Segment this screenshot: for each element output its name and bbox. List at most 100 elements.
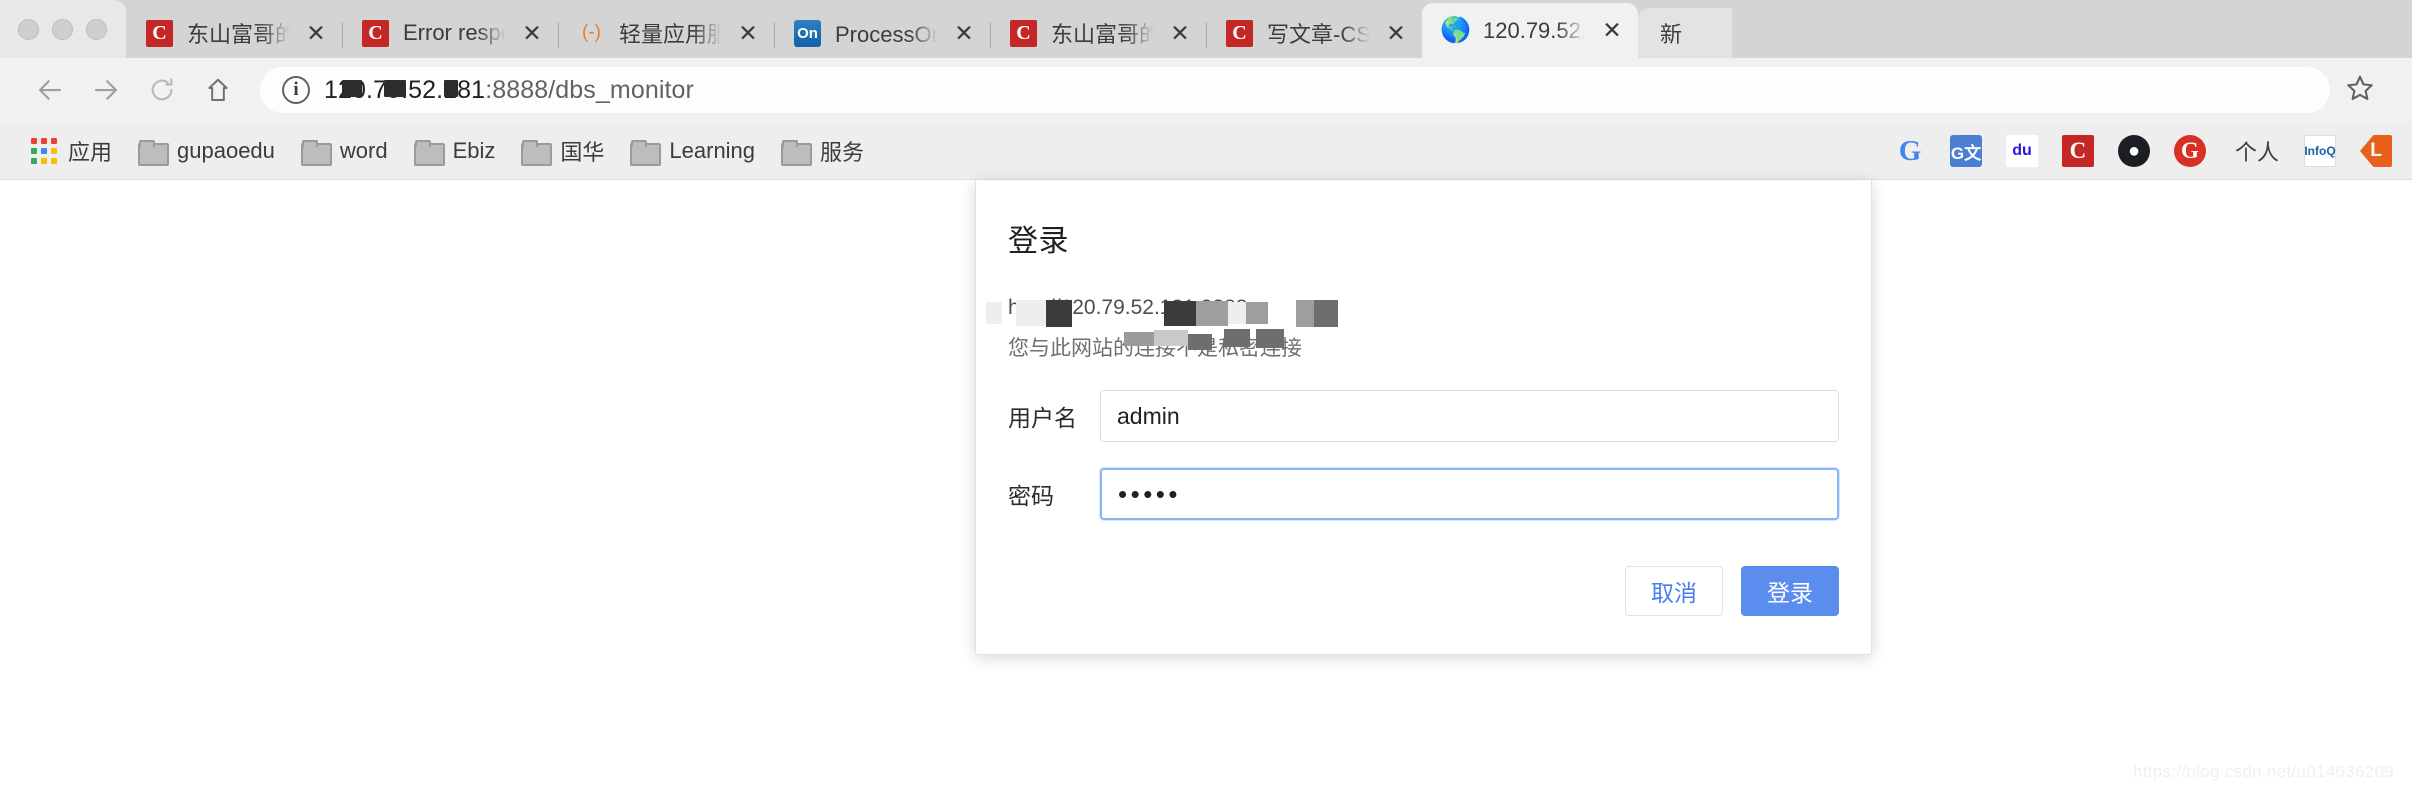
login-dialog: 登录 http://120.79.52.181:8888 您与此网站的连接不是私… — [975, 180, 1872, 655]
browser-tab[interactable]: C 东山富哥的博客-v ✕ — [990, 8, 1206, 58]
bookmark-github[interactable]: ● — [2106, 123, 2162, 179]
home-button[interactable] — [190, 62, 246, 118]
redaction-block — [1154, 330, 1188, 346]
dialog-title: 登录 — [1008, 225, 1069, 258]
browser-tab[interactable]: C Error response fro ✕ — [342, 8, 558, 58]
bookmark-baidu[interactable]: du — [1994, 123, 2050, 179]
redaction-block — [1246, 302, 1268, 324]
tab-title: ProcessOn - 我的 — [835, 22, 938, 47]
bookmark-label: 个人 — [2234, 140, 2279, 165]
redaction-block — [1046, 300, 1072, 327]
redaction-block — [1124, 332, 1154, 346]
bookmark-apps[interactable]: 应用 — [18, 129, 125, 173]
bookmark-folder-ebiz[interactable]: Ebiz — [401, 132, 509, 170]
browser-tab[interactable]: C 东山富哥的博客-v ✕ — [126, 8, 342, 58]
bookmark-folder-guohua[interactable]: 国华 — [508, 129, 617, 173]
redaction-block — [1188, 334, 1212, 350]
baidu-icon: du — [2005, 135, 2038, 167]
lagou-icon: L — [2360, 135, 2392, 167]
tab-strip: C 东山富哥的博客-v ✕ C Error response fro ✕ (-)… — [0, 0, 2412, 58]
infoq-icon: InfoQ — [2304, 135, 2336, 167]
browser-tab-active[interactable]: 🌎 120.79.52.181:888 ✕ — [1422, 3, 1638, 58]
processon-icon: On — [794, 19, 821, 47]
folder-icon — [138, 139, 170, 166]
browser-tab[interactable]: On ProcessOn - 我的 ✕ — [774, 8, 990, 58]
bookmarks-bar: 应用 gupaoedu word Ebiz 国华 Learning 服务 G G… — [0, 122, 2412, 180]
info-icon[interactable]: i — [282, 76, 310, 104]
browser-tab[interactable]: C 写文章-CSDN博客 ✕ — [1206, 8, 1422, 58]
close-tab-button[interactable]: ✕ — [304, 20, 328, 46]
close-tab-button[interactable]: ✕ — [952, 20, 976, 46]
tab-divider — [1206, 22, 1207, 48]
bookmark-infoq[interactable]: InfoQ — [2292, 123, 2348, 179]
username-label: 用户名 — [1008, 405, 1077, 431]
back-button[interactable] — [22, 62, 78, 118]
bookmark-label: Ebiz — [452, 137, 496, 163]
redaction-block — [1314, 300, 1338, 327]
geek-icon: G — [2173, 135, 2206, 167]
bookmark-label: gupaoedu — [177, 137, 275, 163]
close-tab-button[interactable]: ✕ — [736, 20, 760, 46]
close-tab-button[interactable]: ✕ — [1600, 17, 1624, 43]
password-input[interactable]: ••••• — [1100, 468, 1839, 520]
watermark: https://blog.csdn.net/u014636209 — [2132, 762, 2394, 781]
window-controls — [0, 0, 126, 58]
tab-title: Error response fro — [403, 20, 506, 45]
bookmark-folder-word[interactable]: word — [288, 132, 401, 170]
browser-tab[interactable]: (-) 轻量应用服务器管 ✕ — [558, 8, 774, 58]
bookmarks-bar-right-group: G G文 du C ● G 个人 InfoQ L — [1882, 122, 2404, 180]
tab-title: 新 — [1660, 22, 1683, 47]
folder-icon — [300, 139, 332, 166]
tencent-cloud-icon: (-) — [582, 22, 601, 43]
browser-window: C 东山富哥的博客-v ✕ C Error response fro ✕ (-)… — [0, 0, 2412, 798]
cancel-button[interactable]: 取消 — [1625, 566, 1723, 616]
close-tab-button[interactable]: ✕ — [520, 20, 544, 46]
globe-icon: 🌎 — [1439, 16, 1472, 44]
bookmark-folder-learning[interactable]: Learning — [617, 132, 768, 170]
bookmark-folder-gupaoedu[interactable]: gupaoedu — [125, 132, 288, 170]
redaction-block — [1196, 301, 1228, 326]
bookmark-google-translate[interactable]: G文 — [1938, 123, 1994, 179]
password-row: 密码 ••••• — [1008, 468, 1839, 520]
bookmark-personal[interactable]: 个人 — [2218, 129, 2292, 173]
redaction-block — [1164, 301, 1196, 326]
address-bar[interactable]: i 120.79.52.181:8888/dbs_monitor — [260, 67, 2330, 113]
tab-title: 东山富哥的博客-v — [187, 22, 290, 47]
login-button[interactable]: 登录 — [1741, 566, 1839, 616]
forward-button[interactable] — [78, 62, 134, 118]
browser-tab[interactable]: 新 — [1638, 8, 1732, 58]
redaction-block — [1224, 329, 1250, 347]
bookmark-folder-fuwu[interactable]: 服务 — [768, 129, 877, 173]
bookmark-geek[interactable]: G — [2162, 123, 2218, 179]
csdn-icon: C — [362, 19, 389, 47]
bookmark-label: Learning — [669, 137, 756, 163]
minimize-window-button[interactable] — [52, 18, 73, 40]
csdn-icon: C — [2061, 135, 2094, 167]
bookmark-google[interactable]: G — [1882, 123, 1938, 179]
url-path: :8888/dbs_monitor — [485, 75, 694, 104]
tab-title: 轻量应用服务器管 — [619, 22, 722, 47]
dialog-origin: http://120.79.52.181:8888 — [986, 296, 1839, 327]
bookmark-csdn[interactable]: C — [2050, 123, 2106, 179]
redaction-block — [342, 79, 362, 97]
tab-title: 写文章-CSDN博客 — [1267, 22, 1370, 47]
folder-icon — [781, 139, 813, 166]
username-input[interactable]: admin — [1100, 390, 1839, 442]
tab-divider — [990, 22, 991, 48]
password-label: 密码 — [1008, 483, 1054, 509]
close-window-button[interactable] — [18, 18, 39, 40]
bookmark-label: 服务 — [820, 139, 865, 165]
bookmark-lagou[interactable]: L — [2348, 123, 2404, 179]
maximize-window-button[interactable] — [86, 18, 107, 40]
csdn-icon: C — [1010, 19, 1037, 47]
apps-grid-icon — [31, 137, 57, 164]
redaction-block — [1256, 329, 1284, 348]
csdn-icon: C — [1226, 19, 1253, 47]
close-tab-button[interactable]: ✕ — [1168, 20, 1192, 46]
bookmark-star-button[interactable] — [2330, 62, 2390, 118]
home-icon — [204, 76, 232, 104]
github-icon: ● — [2117, 135, 2150, 167]
reload-button[interactable] — [134, 62, 190, 118]
close-tab-button[interactable]: ✕ — [1384, 20, 1408, 46]
bookmark-label: 应用 — [68, 139, 113, 165]
